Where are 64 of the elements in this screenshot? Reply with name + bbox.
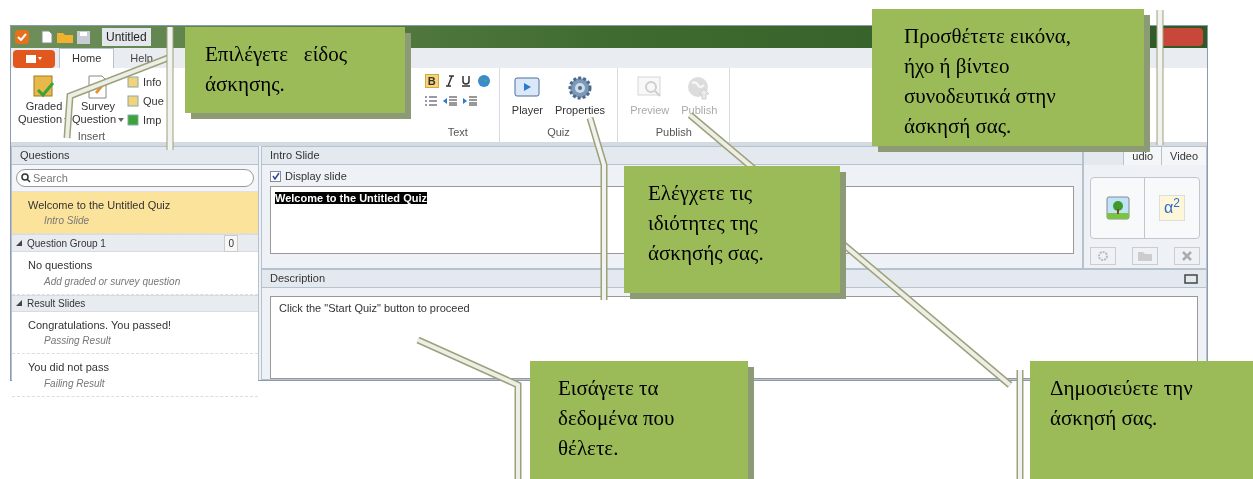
item-title: Welcome to the Untitled Quiz	[28, 197, 172, 213]
search-field[interactable]: Search	[16, 168, 254, 187]
app-menu-button[interactable]	[13, 50, 55, 68]
ribbon-tab[interactable]: Help	[118, 48, 165, 68]
ribbon-button[interactable]: Player	[507, 74, 547, 119]
ribbon-button[interactable]: Imp	[127, 112, 164, 128]
group-label: Text	[446, 124, 469, 140]
item-subtitle: Failing Result	[43, 376, 106, 391]
ribbon-button[interactable]: Survey Question	[73, 74, 123, 126]
item-subtitle: Intro Slide	[43, 214, 91, 228]
folder-icon[interactable]	[57, 31, 73, 43]
item-subtitle: Passing Result	[43, 334, 112, 348]
outdent-icon[interactable]	[442, 96, 457, 106]
ribbon-button[interactable]: Que	[127, 93, 164, 109]
panel-header: Questions	[12, 147, 258, 165]
app-icon[interactable]	[15, 30, 29, 44]
gear-icon	[567, 75, 594, 101]
list-icon[interactable]	[424, 96, 437, 106]
count-badge: 0	[224, 234, 238, 252]
close-icon	[1182, 251, 1192, 261]
ribbon-button[interactable]: Properties	[551, 74, 610, 119]
slide-icon	[127, 95, 139, 107]
ribbon-button[interactable]: Graded Question	[19, 74, 69, 126]
item-subtitle: Add graded or survey question	[42, 274, 182, 289]
slide-icon	[127, 114, 139, 126]
tree-picture-icon	[1105, 196, 1130, 220]
question-item[interactable]: Welcome to the Untitled Quiz Intro Slide	[12, 191, 258, 234]
group-header[interactable]: Question Group 1 0	[12, 234, 258, 252]
globe-icon[interactable]	[476, 74, 491, 88]
close-button[interactable]	[1161, 28, 1203, 46]
item-title: No questions	[28, 258, 94, 273]
indent-icon[interactable]	[462, 96, 477, 106]
folder-icon	[1138, 251, 1152, 261]
annotation-tooltip: Δημοσιεύετε την άσκησή σας.	[1030, 361, 1253, 479]
group-title: Question Group 1	[27, 236, 107, 251]
delete-button[interactable]	[1174, 247, 1200, 265]
item-title: You did not pass	[28, 360, 110, 375]
group-label: Insert	[76, 129, 107, 144]
player-icon	[514, 77, 541, 99]
graded-question-icon	[32, 74, 56, 100]
item-title: Congratulations. You passed!	[28, 317, 173, 333]
panel-title: Description	[270, 271, 326, 287]
selected-text: Welcome to the Untitled Quiz	[275, 192, 427, 204]
ribbon-tab[interactable]: Home	[59, 48, 115, 68]
menu-icon	[26, 55, 42, 63]
group-label: Publish	[654, 124, 693, 140]
new-file-icon[interactable]	[41, 30, 53, 44]
slide-icon	[127, 76, 139, 88]
group-header[interactable]: Result Slides	[12, 294, 258, 312]
group-title: Result Slides	[27, 296, 87, 311]
ribbon-button[interactable]: Info	[127, 74, 164, 90]
check-icon	[271, 172, 280, 180]
maximize-icon[interactable]	[1184, 273, 1198, 284]
panel-header: Intro Slide	[262, 147, 1082, 165]
save-icon[interactable]	[77, 30, 90, 44]
gear-icon	[1097, 250, 1109, 262]
bold-button[interactable]: B	[424, 74, 439, 88]
media-tab[interactable]: Video	[1161, 147, 1206, 165]
group-label: Quiz	[546, 124, 571, 140]
underline-icon[interactable]	[460, 75, 471, 87]
search-icon	[21, 172, 31, 183]
caret-icon	[118, 118, 124, 123]
italic-icon[interactable]	[444, 75, 455, 87]
window-title: Untitled	[102, 28, 151, 46]
